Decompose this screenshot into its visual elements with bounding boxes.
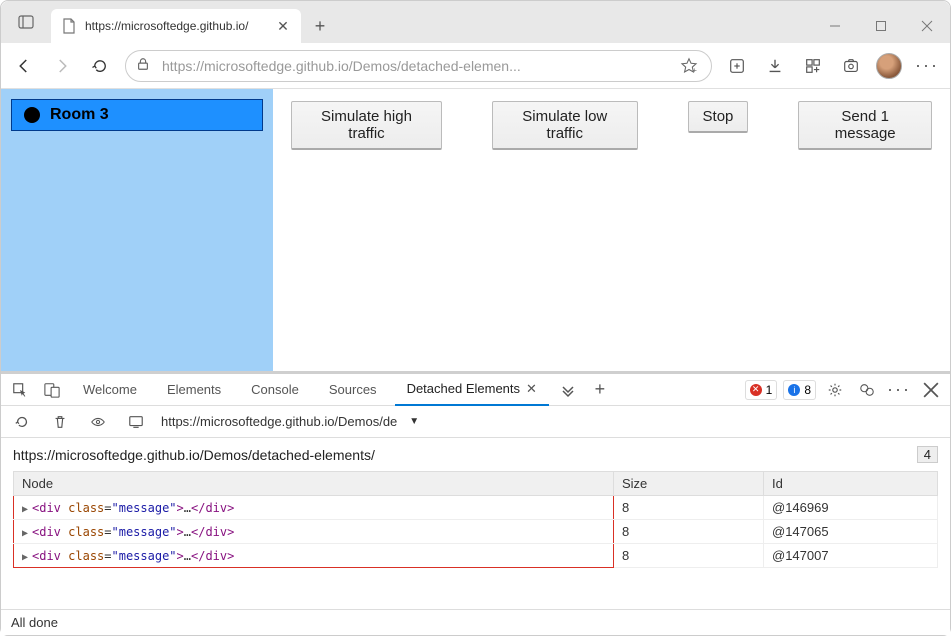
- rooms-sidebar: Room 3: [1, 89, 273, 371]
- file-icon: [61, 18, 77, 34]
- more-menu-icon[interactable]: ···: [914, 53, 940, 79]
- feedback-icon[interactable]: [854, 377, 880, 403]
- tab-label: Detached Elements: [407, 381, 520, 396]
- close-tab-icon[interactable]: ✕: [275, 18, 291, 34]
- col-size[interactable]: Size: [614, 472, 764, 496]
- col-id[interactable]: Id: [764, 472, 938, 496]
- tab-welcome[interactable]: Welcome: [71, 374, 149, 406]
- cell-id: @147007: [764, 544, 938, 568]
- table-row[interactable]: ▶<div class="message">…</div>8@147007: [14, 544, 938, 568]
- delete-icon[interactable]: [47, 409, 73, 435]
- eye-icon[interactable]: [85, 409, 111, 435]
- room-item[interactable]: Room 3: [11, 99, 263, 131]
- presence-dot-icon: [24, 107, 40, 123]
- stop-button[interactable]: Stop: [688, 101, 749, 133]
- close-devtools-icon[interactable]: [918, 377, 944, 403]
- table-row[interactable]: ▶<div class="message">…</div>8@146969: [14, 496, 938, 520]
- settings-icon[interactable]: [822, 377, 848, 403]
- refresh-button[interactable]: [87, 53, 113, 79]
- window-titlebar: https://microsoftedge.github.io/ ✕ +: [1, 1, 950, 43]
- cell-node[interactable]: ▶<div class="message">…</div>: [14, 496, 614, 520]
- close-window-button[interactable]: [904, 9, 950, 43]
- table-row[interactable]: ▶<div class="message">…</div>8@147065: [14, 520, 938, 544]
- cell-size: 8: [614, 496, 764, 520]
- detached-panel: https://microsoftedge.github.io/Demos/de…: [1, 438, 950, 609]
- tab-sources[interactable]: Sources: [317, 374, 389, 406]
- dropdown-icon[interactable]: ▼: [409, 416, 419, 427]
- tab-detached-elements[interactable]: Detached Elements ✕: [395, 374, 549, 406]
- more-tabs-icon[interactable]: [555, 377, 581, 403]
- devtools-panel: Welcome Elements Console Sources Detache…: [1, 371, 950, 635]
- tab-title: https://microsoftedge.github.io/: [85, 19, 267, 33]
- devtools-menu-icon[interactable]: ···: [886, 377, 912, 403]
- cell-node[interactable]: ▶<div class="message">…</div>: [14, 544, 614, 568]
- tab-console[interactable]: Console: [239, 374, 311, 406]
- devtools-toolbar: https://microsoftedge.github.io/Demos/de…: [1, 406, 950, 438]
- cell-size: 8: [614, 520, 764, 544]
- tab-elements[interactable]: Elements: [155, 374, 233, 406]
- favorite-icon[interactable]: +: [677, 57, 701, 75]
- errors-badge[interactable]: ✕1: [745, 380, 778, 400]
- browser-tab[interactable]: https://microsoftedge.github.io/ ✕: [51, 9, 301, 43]
- add-tab-icon[interactable]: +: [587, 377, 613, 403]
- refresh-detached-icon[interactable]: [9, 409, 35, 435]
- url-text: https://microsoftedge.github.io/Demos/de…: [162, 58, 667, 74]
- simulate-low-button[interactable]: Simulate low traffic: [492, 101, 638, 150]
- panel-url: https://microsoftedge.github.io/Demos/de…: [13, 447, 917, 463]
- cell-size: 8: [614, 544, 764, 568]
- cell-node[interactable]: ▶<div class="message">…</div>: [14, 520, 614, 544]
- simulate-high-button[interactable]: Simulate high traffic: [291, 101, 442, 150]
- profile-avatar[interactable]: [876, 53, 902, 79]
- device-toggle-icon[interactable]: [39, 377, 65, 403]
- lock-icon: [136, 57, 152, 74]
- close-tab-icon[interactable]: ✕: [526, 381, 537, 397]
- devtools-statusbar: All done: [1, 609, 950, 635]
- send-message-button[interactable]: Send 1 message: [798, 101, 932, 150]
- toolbar-url[interactable]: https://microsoftedge.github.io/Demos/de: [161, 414, 397, 429]
- status-text: All done: [11, 615, 58, 630]
- page-content: Room 3 Simulate high traffic Simulate lo…: [1, 89, 950, 371]
- devtools-tabbar: Welcome Elements Console Sources Detache…: [1, 374, 950, 406]
- tab-actions-icon[interactable]: [1, 1, 51, 43]
- room-label: Room 3: [50, 106, 109, 124]
- maximize-button[interactable]: [858, 9, 904, 43]
- new-tab-button[interactable]: +: [305, 11, 335, 41]
- cell-id: @147065: [764, 520, 938, 544]
- forward-button[interactable]: [49, 53, 75, 79]
- screen-icon[interactable]: [123, 409, 149, 435]
- main-area: Simulate high traffic Simulate low traff…: [273, 89, 950, 371]
- back-button[interactable]: [11, 53, 37, 79]
- inspect-icon[interactable]: [7, 377, 33, 403]
- svg-text:+: +: [693, 65, 697, 74]
- collections-icon[interactable]: [724, 53, 750, 79]
- downloads-icon[interactable]: [762, 53, 788, 79]
- browser-toolbar: https://microsoftedge.github.io/Demos/de…: [1, 43, 950, 89]
- count-badge: 4: [917, 446, 938, 463]
- minimize-button[interactable]: [812, 9, 858, 43]
- info-badge[interactable]: i8: [783, 380, 816, 400]
- address-bar[interactable]: https://microsoftedge.github.io/Demos/de…: [125, 50, 712, 82]
- extensions-icon[interactable]: [800, 53, 826, 79]
- web-capture-icon[interactable]: [838, 53, 864, 79]
- col-node[interactable]: Node: [14, 472, 614, 496]
- detached-table: Node Size Id ▶<div class="message">…</di…: [13, 471, 938, 568]
- cell-id: @146969: [764, 496, 938, 520]
